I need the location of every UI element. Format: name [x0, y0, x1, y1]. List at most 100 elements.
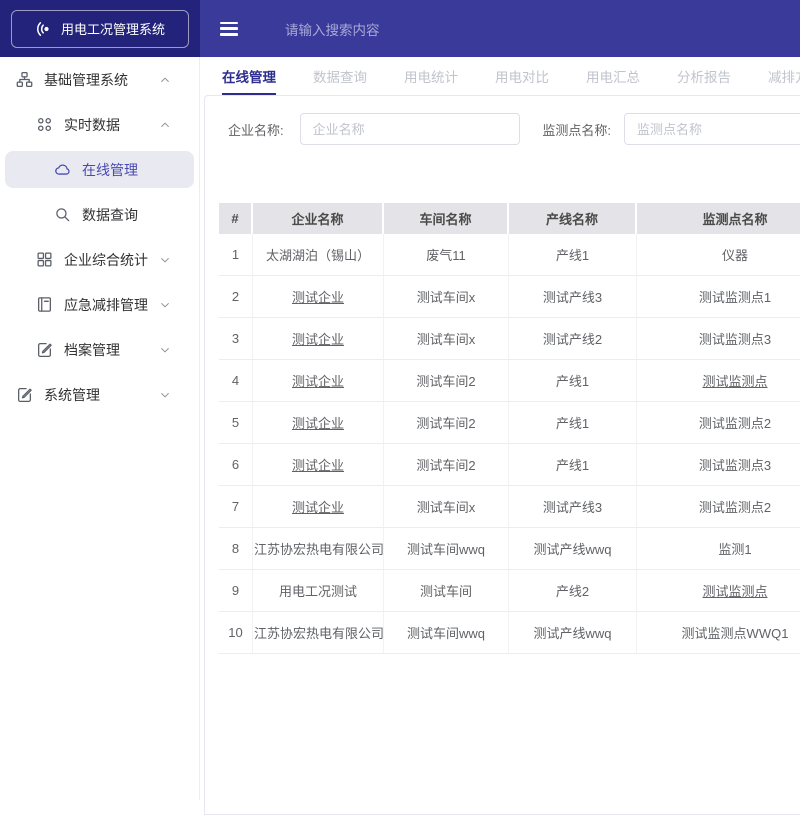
cell-line: 测试产线3: [509, 486, 637, 528]
cell-monitor[interactable]: 测试监测点: [637, 570, 800, 612]
tab-5[interactable]: 分析报告: [677, 58, 731, 95]
menu-toggle-button[interactable]: [220, 22, 238, 36]
sidebar-item-label: 基础管理系统: [44, 70, 128, 90]
table-row: 2测试企业测试车间x测试产线3测试监测点1: [219, 276, 800, 318]
cell-workshop: 测试车间x: [384, 276, 509, 318]
table-row: 8江苏协宏热电有限公司测试车间wwq测试产线wwq监测1: [219, 528, 800, 570]
sidebar-nav: 基础管理系统实时数据在线管理数据查询企业综合统计应急减排管理档案管理系统管理: [0, 57, 200, 800]
cell-line: 产线2: [509, 570, 637, 612]
cell-monitor[interactable]: 测试监测点: [637, 360, 800, 402]
content-card: 企业名称: 监测点名称: #企业名称车间名称产线名称监测点名称 1太湖湖泊（锡山…: [204, 95, 800, 815]
sidebar-item-label: 数据查询: [82, 205, 138, 225]
main-area: 在线管理数据查询用电统计用电对比用电汇总分析报告 减排方案录入 企业名称: 监测点…: [200, 57, 800, 800]
cell-monitor: 测试监测点3: [637, 318, 800, 360]
cell-workshop: 测试车间x: [384, 318, 509, 360]
column-header: 监测点名称: [637, 203, 800, 234]
cell-workshop: 测试车间: [384, 570, 509, 612]
tab-4[interactable]: 用电汇总: [586, 58, 640, 95]
cell-monitor: 测试监测点1: [637, 276, 800, 318]
chevron-down-icon: [159, 254, 171, 266]
cell-enterprise[interactable]: 测试企业: [253, 444, 384, 486]
cell-monitor: 仪器: [637, 234, 800, 276]
sidebar-item-4[interactable]: 企业综合统计: [0, 237, 199, 282]
cell-workshop: 测试车间wwq: [384, 528, 509, 570]
cell-enterprise[interactable]: 测试企业: [253, 402, 384, 444]
topbar-main: 请输入搜索内容: [200, 0, 800, 57]
cell-line: 产线1: [509, 402, 637, 444]
enterprise-name-input[interactable]: [300, 113, 521, 145]
tab-1[interactable]: 数据查询: [313, 58, 367, 95]
sidebar-item-label: 档案管理: [64, 340, 120, 360]
sidebar-item-label: 系统管理: [44, 385, 100, 405]
cell-index: 5: [219, 402, 253, 444]
cell-enterprise[interactable]: 测试企业: [253, 318, 384, 360]
chevron-down-icon: [159, 299, 171, 311]
grid-dots-icon: [36, 116, 53, 133]
cell-index: 8: [219, 528, 253, 570]
sidebar-item-2[interactable]: 在线管理: [5, 151, 194, 188]
cell-workshop: 测试车间2: [384, 444, 509, 486]
monitor-table: #企业名称车间名称产线名称监测点名称 1太湖湖泊（锡山）废气11产线1仪器2测试…: [219, 203, 800, 654]
sidebar-item-3[interactable]: 数据查询: [0, 192, 199, 237]
cell-workshop: 测试车间2: [384, 402, 509, 444]
cell-workshop: 测试车间2: [384, 360, 509, 402]
cell-enterprise: 江苏协宏热电有限公司: [253, 528, 384, 570]
cell-line: 产线1: [509, 444, 637, 486]
tab-bar: 在线管理数据查询用电统计用电对比用电汇总分析报告 减排方案录入: [200, 57, 800, 95]
sidebar-item-label: 在线管理: [82, 160, 138, 180]
topbar-logo-area: 用电工况管理系统: [0, 0, 200, 57]
tab-3[interactable]: 用电对比: [495, 58, 549, 95]
table-row: 3测试企业测试车间x测试产线2测试监测点3: [219, 318, 800, 360]
app-title: 用电工况管理系统: [61, 19, 165, 38]
sidebar-item-5[interactable]: 应急减排管理: [0, 282, 199, 327]
tab-6[interactable]: 减排方案录入: [768, 58, 800, 95]
table-row: 1太湖湖泊（锡山）废气11产线1仪器: [219, 234, 800, 276]
monitor-name-label: 监测点名称:: [542, 120, 611, 139]
cell-enterprise[interactable]: 测试企业: [253, 276, 384, 318]
cell-workshop: 废气11: [384, 234, 509, 276]
table-row: 5测试企业测试车间2产线1测试监测点2: [219, 402, 800, 444]
sidebar-item-label: 企业综合统计: [64, 250, 148, 270]
cell-index: 10: [219, 612, 253, 654]
sidebar-item-6[interactable]: 档案管理: [0, 327, 199, 372]
sidebar-item-1[interactable]: 实时数据: [0, 102, 199, 147]
chevron-up-icon: [159, 119, 171, 131]
cell-line: 测试产线wwq: [509, 528, 637, 570]
monitor-name-input[interactable]: [624, 113, 800, 145]
cell-index: 3: [219, 318, 253, 360]
cell-line: 测试产线3: [509, 276, 637, 318]
cell-enterprise: 用电工况测试: [253, 570, 384, 612]
chevron-down-icon: [159, 389, 171, 401]
sidebar-item-7[interactable]: 系统管理: [0, 372, 199, 417]
cell-monitor: 测试监测点WWQ1: [637, 612, 800, 654]
search-icon: [54, 206, 71, 223]
cell-index: 9: [219, 570, 253, 612]
doc-edit-icon: [16, 386, 33, 403]
sidebar-item-label: 应急减排管理: [64, 295, 148, 315]
doc-edit-icon: [36, 341, 53, 358]
app-logo[interactable]: 用电工况管理系统: [11, 10, 189, 48]
cell-index: 6: [219, 444, 253, 486]
table-row: 4测试企业测试车间2产线1测试监测点: [219, 360, 800, 402]
cell-line: 产线1: [509, 360, 637, 402]
topbar: 用电工况管理系统 请输入搜索内容: [0, 0, 800, 57]
table-row: 9用电工况测试测试车间产线2测试监测点: [219, 570, 800, 612]
topbar-search-input[interactable]: 请输入搜索内容: [285, 19, 380, 39]
cell-enterprise[interactable]: 测试企业: [253, 360, 384, 402]
cell-monitor: 测试监测点3: [637, 444, 800, 486]
cell-line: 产线1: [509, 234, 637, 276]
tab-2[interactable]: 用电统计: [404, 58, 458, 95]
enterprise-name-label: 企业名称:: [228, 120, 284, 139]
cell-index: 1: [219, 234, 253, 276]
column-header: #: [219, 203, 253, 234]
chevron-down-icon: [159, 344, 171, 356]
sidebar-item-0[interactable]: 基础管理系统: [0, 57, 199, 102]
table-row: 7测试企业测试车间x测试产线3测试监测点2: [219, 486, 800, 528]
org-chart-icon: [16, 71, 33, 88]
cell-index: 2: [219, 276, 253, 318]
tab-0[interactable]: 在线管理: [222, 58, 276, 95]
column-header: 产线名称: [509, 203, 637, 234]
broadcast-icon: [35, 20, 53, 38]
table-header: #企业名称车间名称产线名称监测点名称: [219, 203, 800, 234]
cell-enterprise[interactable]: 测试企业: [253, 486, 384, 528]
